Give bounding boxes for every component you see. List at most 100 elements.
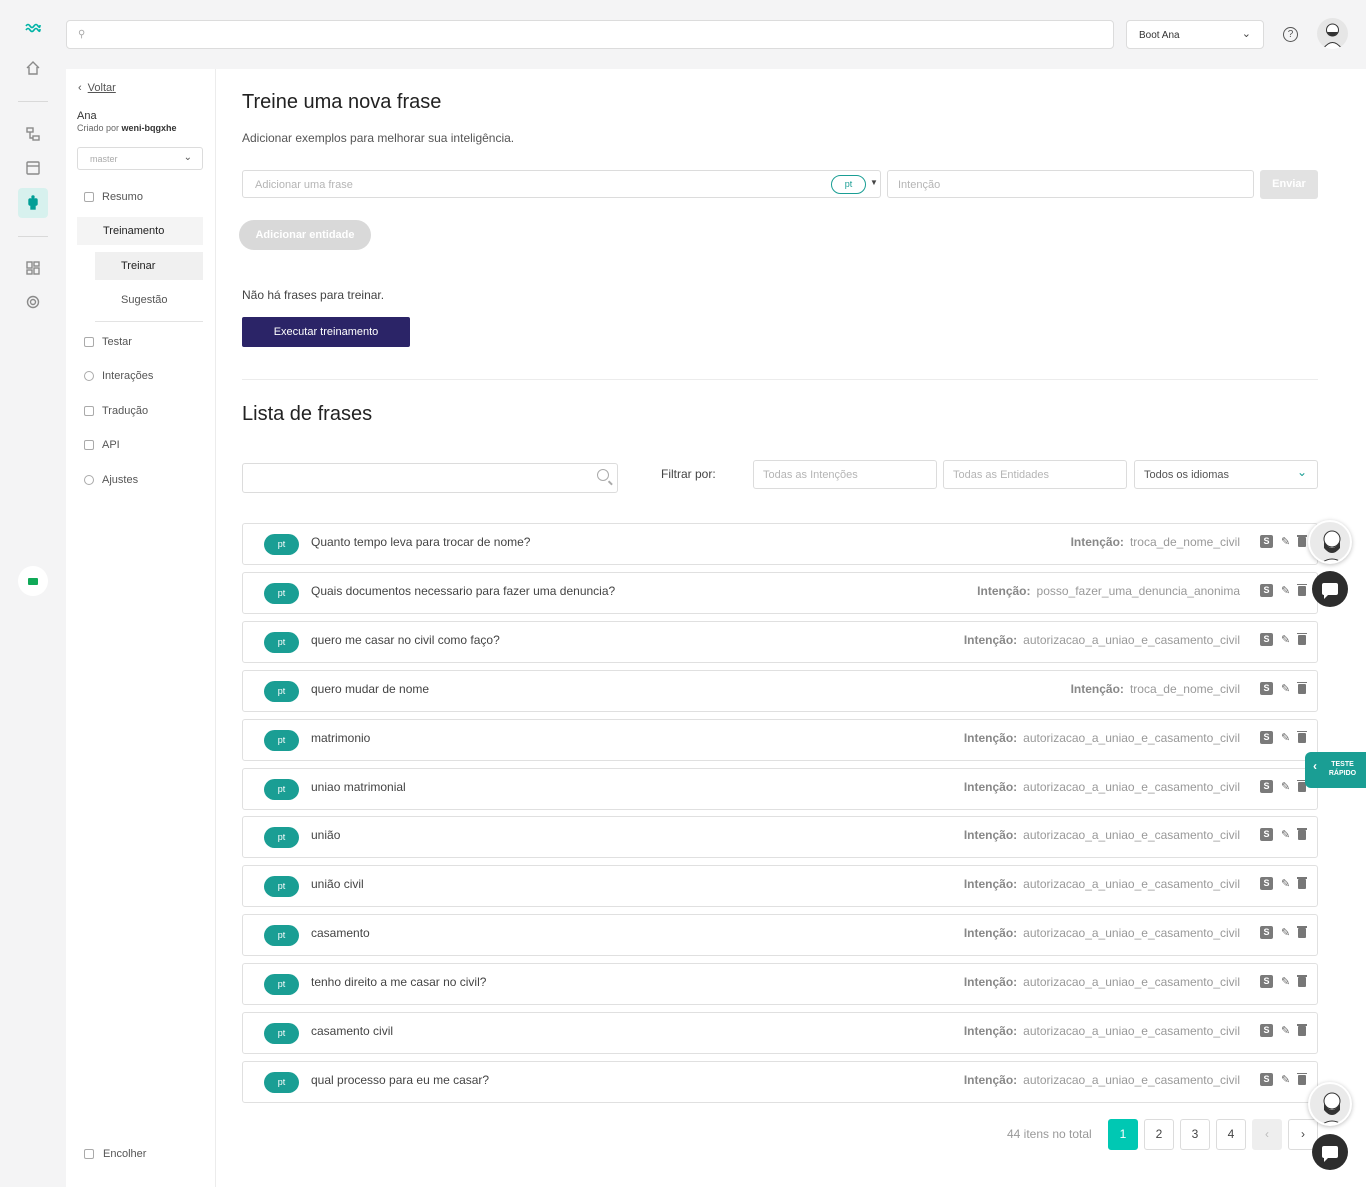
user-avatar[interactable] [1317,18,1348,49]
trash-icon[interactable] [1297,535,1307,547]
trash-icon[interactable] [1297,828,1307,841]
trash-icon[interactable] [1297,926,1307,939]
sentence-badge-icon[interactable]: S [1260,1072,1273,1086]
phrase-row[interactable]: pt uniao matrimonial Intenção: autorizacao_… [242,767,1318,810]
home-icon[interactable] [18,53,48,83]
edit-pencil-icon[interactable]: ✎ [1281,535,1293,549]
add-entity-button[interactable]: Adicionar entidade [239,220,371,250]
trash-icon[interactable] [1297,583,1307,596]
phrase-intent: Intenção: autorizacao_a_uniao_e_casamento… [963,632,1240,647]
sentence-badge-icon[interactable]: S [1260,975,1273,989]
intelligence-robot-icon[interactable] [18,188,48,218]
run-training-button[interactable]: Executar treinamento [242,317,410,347]
page-button-4[interactable]: 4 [1216,1119,1246,1150]
phrase-row[interactable]: pt Quanto tempo leva para trocar de nome?… [242,523,1318,565]
phrase-row[interactable]: pt Quais documentos necessario para fazer… [242,571,1318,614]
sidebar-item-api[interactable]: API [77,431,203,459]
edit-pencil-icon[interactable]: ✎ [1281,1024,1293,1038]
weni-logo-icon[interactable] [18,13,48,43]
language-pill[interactable]: pt [831,175,866,194]
collapse-sidebar-button[interactable]: Encolher [84,1148,146,1160]
trash-icon[interactable] [1297,632,1307,645]
bot-selector[interactable]: Boot Ana ⌄ [1126,20,1264,49]
branch-select[interactable]: master ⌄ [77,147,203,170]
page-button-2[interactable]: 2 [1144,1119,1174,1150]
phrase-text: união civil [311,877,364,892]
dashboard-icon[interactable] [18,253,48,283]
edit-pencil-icon[interactable]: ✎ [1281,975,1293,989]
phrase-row[interactable]: pt união Intenção: autorizacao_a_uniao_e_ca… [242,816,1318,859]
sidebar-item-treinamento[interactable]: Treinamento [77,217,203,245]
edit-pencil-icon[interactable]: ✎ [1281,828,1293,842]
sidebar-item-treinar[interactable]: Treinar [95,252,203,280]
sidebar-item-interacoes[interactable]: Interações [77,362,203,390]
trash-icon[interactable] [1297,1024,1307,1036]
edit-pencil-icon[interactable]: ✎ [1281,584,1293,598]
caret-down-icon[interactable]: ▼ [870,178,878,187]
chevron-down-icon: ⌄ [1296,465,1307,479]
collapse-icon [84,1149,94,1159]
sidebar-item-sugestao[interactable]: Sugestão [95,286,203,314]
entity-filter-input[interactable]: Todas as Entidades [943,460,1127,489]
prev-page-button[interactable]: ‹ [1252,1119,1282,1150]
list-search-input[interactable] [242,463,618,493]
phrase-row[interactable]: pt união civil Intenção: autorizacao_a_unia… [242,865,1318,908]
chat-icon[interactable] [1312,571,1348,607]
edit-pencil-icon[interactable]: ✎ [1281,1073,1293,1087]
sentence-badge-icon[interactable]: S [1260,632,1273,646]
notes-icon[interactable] [18,153,48,183]
edit-pencil-icon[interactable]: ✎ [1281,633,1293,647]
sidebar-item-ajustes[interactable]: Ajustes [77,466,203,494]
sentence-badge-icon[interactable]: S [1260,828,1273,842]
trash-icon[interactable] [1297,730,1307,743]
sentence-badge-icon[interactable]: S [1260,583,1273,597]
phrase-row[interactable]: pt tenho direito a me casar no civil? Inte… [242,963,1318,1006]
trash-icon[interactable] [1297,1072,1307,1085]
quick-test-button[interactable]: ‹ TESTE RÁPIDO [1305,752,1366,788]
page-button-1[interactable]: 1 [1108,1119,1138,1150]
phrase-row[interactable]: pt matrimonio Intenção: autorizacao_a_uniao… [242,718,1318,761]
intent-filter-input[interactable]: Todas as Intenções [753,460,937,489]
language-filter-select[interactable]: Todos os idiomas ⌄ [1134,460,1318,489]
phrase-row[interactable]: pt quero me casar no civil como faço? Inte… [242,620,1318,663]
sentence-badge-icon[interactable]: S [1260,877,1273,891]
sentence-badge-icon[interactable]: S [1260,926,1273,940]
trash-icon[interactable] [1297,877,1307,890]
phrase-row[interactable]: pt casamento Intenção: autorizacao_a_uniao_… [242,914,1318,957]
page-button-3[interactable]: 3 [1180,1119,1210,1150]
org-badge-icon[interactable] [18,566,48,596]
phrase-row[interactable]: pt quero mudar de nome Intenção: troca_de_n… [242,669,1318,712]
phrase-row[interactable]: pt casamento civil Intenção: autorizacao_a_… [242,1012,1318,1054]
sentence-badge-icon[interactable]: S [1260,1024,1273,1037]
flows-icon[interactable] [18,119,48,149]
sidebar-item-resumo[interactable]: Resumo [77,183,203,211]
summary-icon [84,192,94,202]
edit-pencil-icon[interactable]: ✎ [1281,682,1293,696]
global-search-input[interactable]: ⚲ [66,20,1114,49]
sentence-badge-icon[interactable]: S [1260,681,1273,695]
send-button[interactable]: Enviar [1260,170,1318,199]
assistant-avatar[interactable] [1308,520,1352,564]
edit-pencil-icon[interactable]: ✎ [1281,731,1293,745]
assistant-avatar[interactable] [1308,1082,1352,1126]
chat-icon[interactable] [1312,1134,1348,1170]
edit-pencil-icon[interactable]: ✎ [1281,780,1293,794]
help-icon[interactable]: ? [1283,27,1298,42]
trash-icon[interactable] [1297,681,1307,694]
sidebar-item-traducao[interactable]: Tradução [77,397,203,425]
sidebar-item-testar[interactable]: Testar [77,328,203,356]
edit-pencil-icon[interactable]: ✎ [1281,877,1293,891]
intent-input[interactable]: Intenção [887,170,1254,198]
sentence-badge-icon[interactable]: S [1260,779,1273,793]
trash-icon[interactable] [1297,975,1307,988]
sentence-badge-icon[interactable]: S [1260,535,1273,548]
back-link[interactable]: ‹ Voltar [78,82,116,94]
phrase-row[interactable]: pt qual processo para eu me casar? Intençã… [242,1060,1318,1103]
settings-gear-icon [84,475,94,485]
edit-pencil-icon[interactable]: ✎ [1281,926,1293,940]
settings-gear-icon[interactable] [18,287,48,317]
phrase-input[interactable]: Adicionar uma frase [242,170,881,198]
phrase-text: quero mudar de nome [311,681,430,696]
sentence-badge-icon[interactable]: S [1260,730,1273,744]
language-badge: pt [264,827,299,849]
